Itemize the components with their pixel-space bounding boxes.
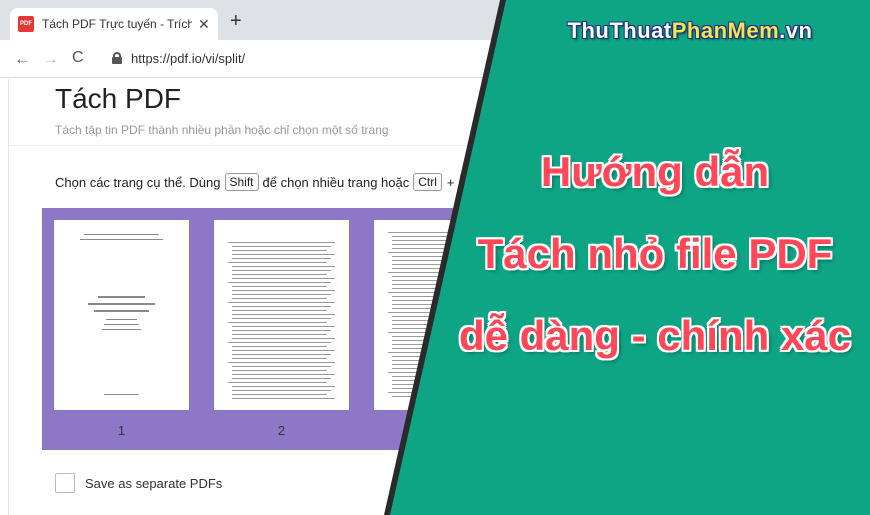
thumbnail-text-line xyxy=(232,374,335,375)
thumbnail-text-line xyxy=(388,292,495,293)
thumbnail-text-line xyxy=(232,298,327,299)
thumbnail-text-line xyxy=(388,392,491,393)
thumbnail-text-line xyxy=(392,380,491,381)
page-title: Tách PDF xyxy=(55,83,182,114)
shift-key-badge: Shift xyxy=(224,173,259,191)
thumbnail-text-line xyxy=(232,314,335,315)
header-divider xyxy=(9,145,870,146)
instruction-text-mid: để chọn nhiều trang hoặc xyxy=(262,174,410,190)
thumbnail-text-line xyxy=(232,338,335,339)
page-number-2: 2 xyxy=(277,423,286,438)
thumbnail-text-line xyxy=(232,286,327,287)
thumbnail-text-line xyxy=(232,270,331,271)
thumbnail-text-line xyxy=(232,246,331,247)
thumbnail-text-line xyxy=(232,378,331,379)
thumbnail-text-line xyxy=(232,250,327,251)
thumbnail-text-line xyxy=(232,274,327,275)
page-thumbnail-2[interactable] xyxy=(214,220,349,410)
thumbnail-text-line xyxy=(392,384,487,385)
instruction-text-start: Chọn các trang cụ thể. Dùng xyxy=(55,174,221,190)
thumbnail-text-line xyxy=(232,266,335,267)
thumbnail-text-line xyxy=(232,366,331,367)
thumbnail-text-line xyxy=(232,306,331,307)
save-separate-option: Save as separate PDFs xyxy=(55,473,222,493)
thumbnail-text-line xyxy=(232,394,327,395)
page-content: Tách PDF Tách tập tin PDF thành nhiều ph… xyxy=(8,79,870,515)
thumbnail-text-line xyxy=(232,398,335,399)
thumbnail-text-line xyxy=(228,262,327,263)
thumbnail-text-line xyxy=(232,258,331,259)
thumbnail-text-line xyxy=(228,342,331,343)
thumbnail-text-line xyxy=(392,376,495,377)
url-field[interactable]: https://pdf.io/vi/split/ xyxy=(131,51,245,66)
save-separate-label[interactable]: Save as separate PDFs xyxy=(85,476,222,491)
thumbnail-text-line xyxy=(392,308,491,309)
thumbnail-text-line xyxy=(392,288,487,289)
thumbnail-text-line xyxy=(232,294,331,295)
thumbnail-text-line xyxy=(392,296,491,297)
thumbnail-text-line xyxy=(392,368,491,369)
thumbnail-text-line xyxy=(232,318,331,319)
thumbnail-text-line xyxy=(392,396,487,397)
thumbnail-text-line xyxy=(232,390,331,391)
page-number-1: 1 xyxy=(117,423,126,438)
thumbnail-text-line xyxy=(232,358,327,359)
pdf-favicon-icon: PDF xyxy=(18,16,34,32)
thumbnail-text-line xyxy=(392,388,495,389)
thumbnail-text-line xyxy=(228,302,335,303)
thumbnail-text-line xyxy=(392,284,491,285)
forward-arrow-icon[interactable]: → xyxy=(42,49,59,69)
thumbnail-text-line xyxy=(228,322,327,323)
headline-line-3: dễ dàng - chính xác xyxy=(458,312,852,359)
thumbnail-text-line xyxy=(228,242,335,243)
thumbnail-text-line xyxy=(392,364,495,365)
thumbnail-text-line xyxy=(232,354,331,355)
thumbnail-text-line xyxy=(232,326,335,327)
thumbnail-text-line xyxy=(392,300,487,301)
thumbnail-text-line xyxy=(232,278,335,279)
headline-line-2: Tách nhỏ file PDF xyxy=(477,230,833,277)
thumbnail-text-line xyxy=(388,372,487,373)
thumbnail-text-line xyxy=(232,350,335,351)
selection-instruction: Chọn các trang cụ thể. Dùng Shift để chọ… xyxy=(55,173,482,191)
thumbnail-text-line xyxy=(232,330,331,331)
lock-icon[interactable] xyxy=(112,52,122,64)
thumbnail-text-line xyxy=(232,370,327,371)
address-bar: ← → C https://pdf.io/vi/split/ xyxy=(0,40,870,78)
reload-icon[interactable]: C xyxy=(72,49,84,67)
new-tab-button[interactable]: + xyxy=(230,10,242,33)
thumbnail-text-line xyxy=(392,280,495,281)
tab-title: Tách PDF Trực tuyến - Trích xuất xyxy=(42,17,192,31)
thumbnail-text-line xyxy=(232,386,335,387)
page-thumbnail-1[interactable] xyxy=(54,220,189,410)
headline-line-1: Hướng dẫn xyxy=(540,148,770,195)
thumbnail-text-line xyxy=(392,304,495,305)
thumbnail-text-line xyxy=(232,346,327,347)
save-separate-checkbox[interactable] xyxy=(55,473,75,493)
browser-tab[interactable]: PDF Tách PDF Trực tuyến - Trích xuất ✕ xyxy=(10,8,218,40)
thumbnail-text-line xyxy=(232,310,327,311)
thumbnail-text-line xyxy=(232,254,335,255)
thumbnail-text-line xyxy=(228,382,327,383)
site-logo-text: ThuThuatPhanMem.vn xyxy=(567,18,813,43)
thumbnail-text-line xyxy=(232,334,327,335)
thumbnail-text-line xyxy=(392,360,487,361)
thumbnail-text-line xyxy=(228,362,335,363)
thumbnail-text-line xyxy=(232,290,335,291)
page-subtitle: Tách tập tin PDF thành nhiều phần hoặc c… xyxy=(55,123,389,137)
close-tab-icon[interactable]: ✕ xyxy=(198,16,210,33)
thumbnail-text-line xyxy=(228,282,331,283)
ctrl-key-badge: Ctrl xyxy=(413,173,442,191)
back-arrow-icon[interactable]: ← xyxy=(14,49,31,69)
